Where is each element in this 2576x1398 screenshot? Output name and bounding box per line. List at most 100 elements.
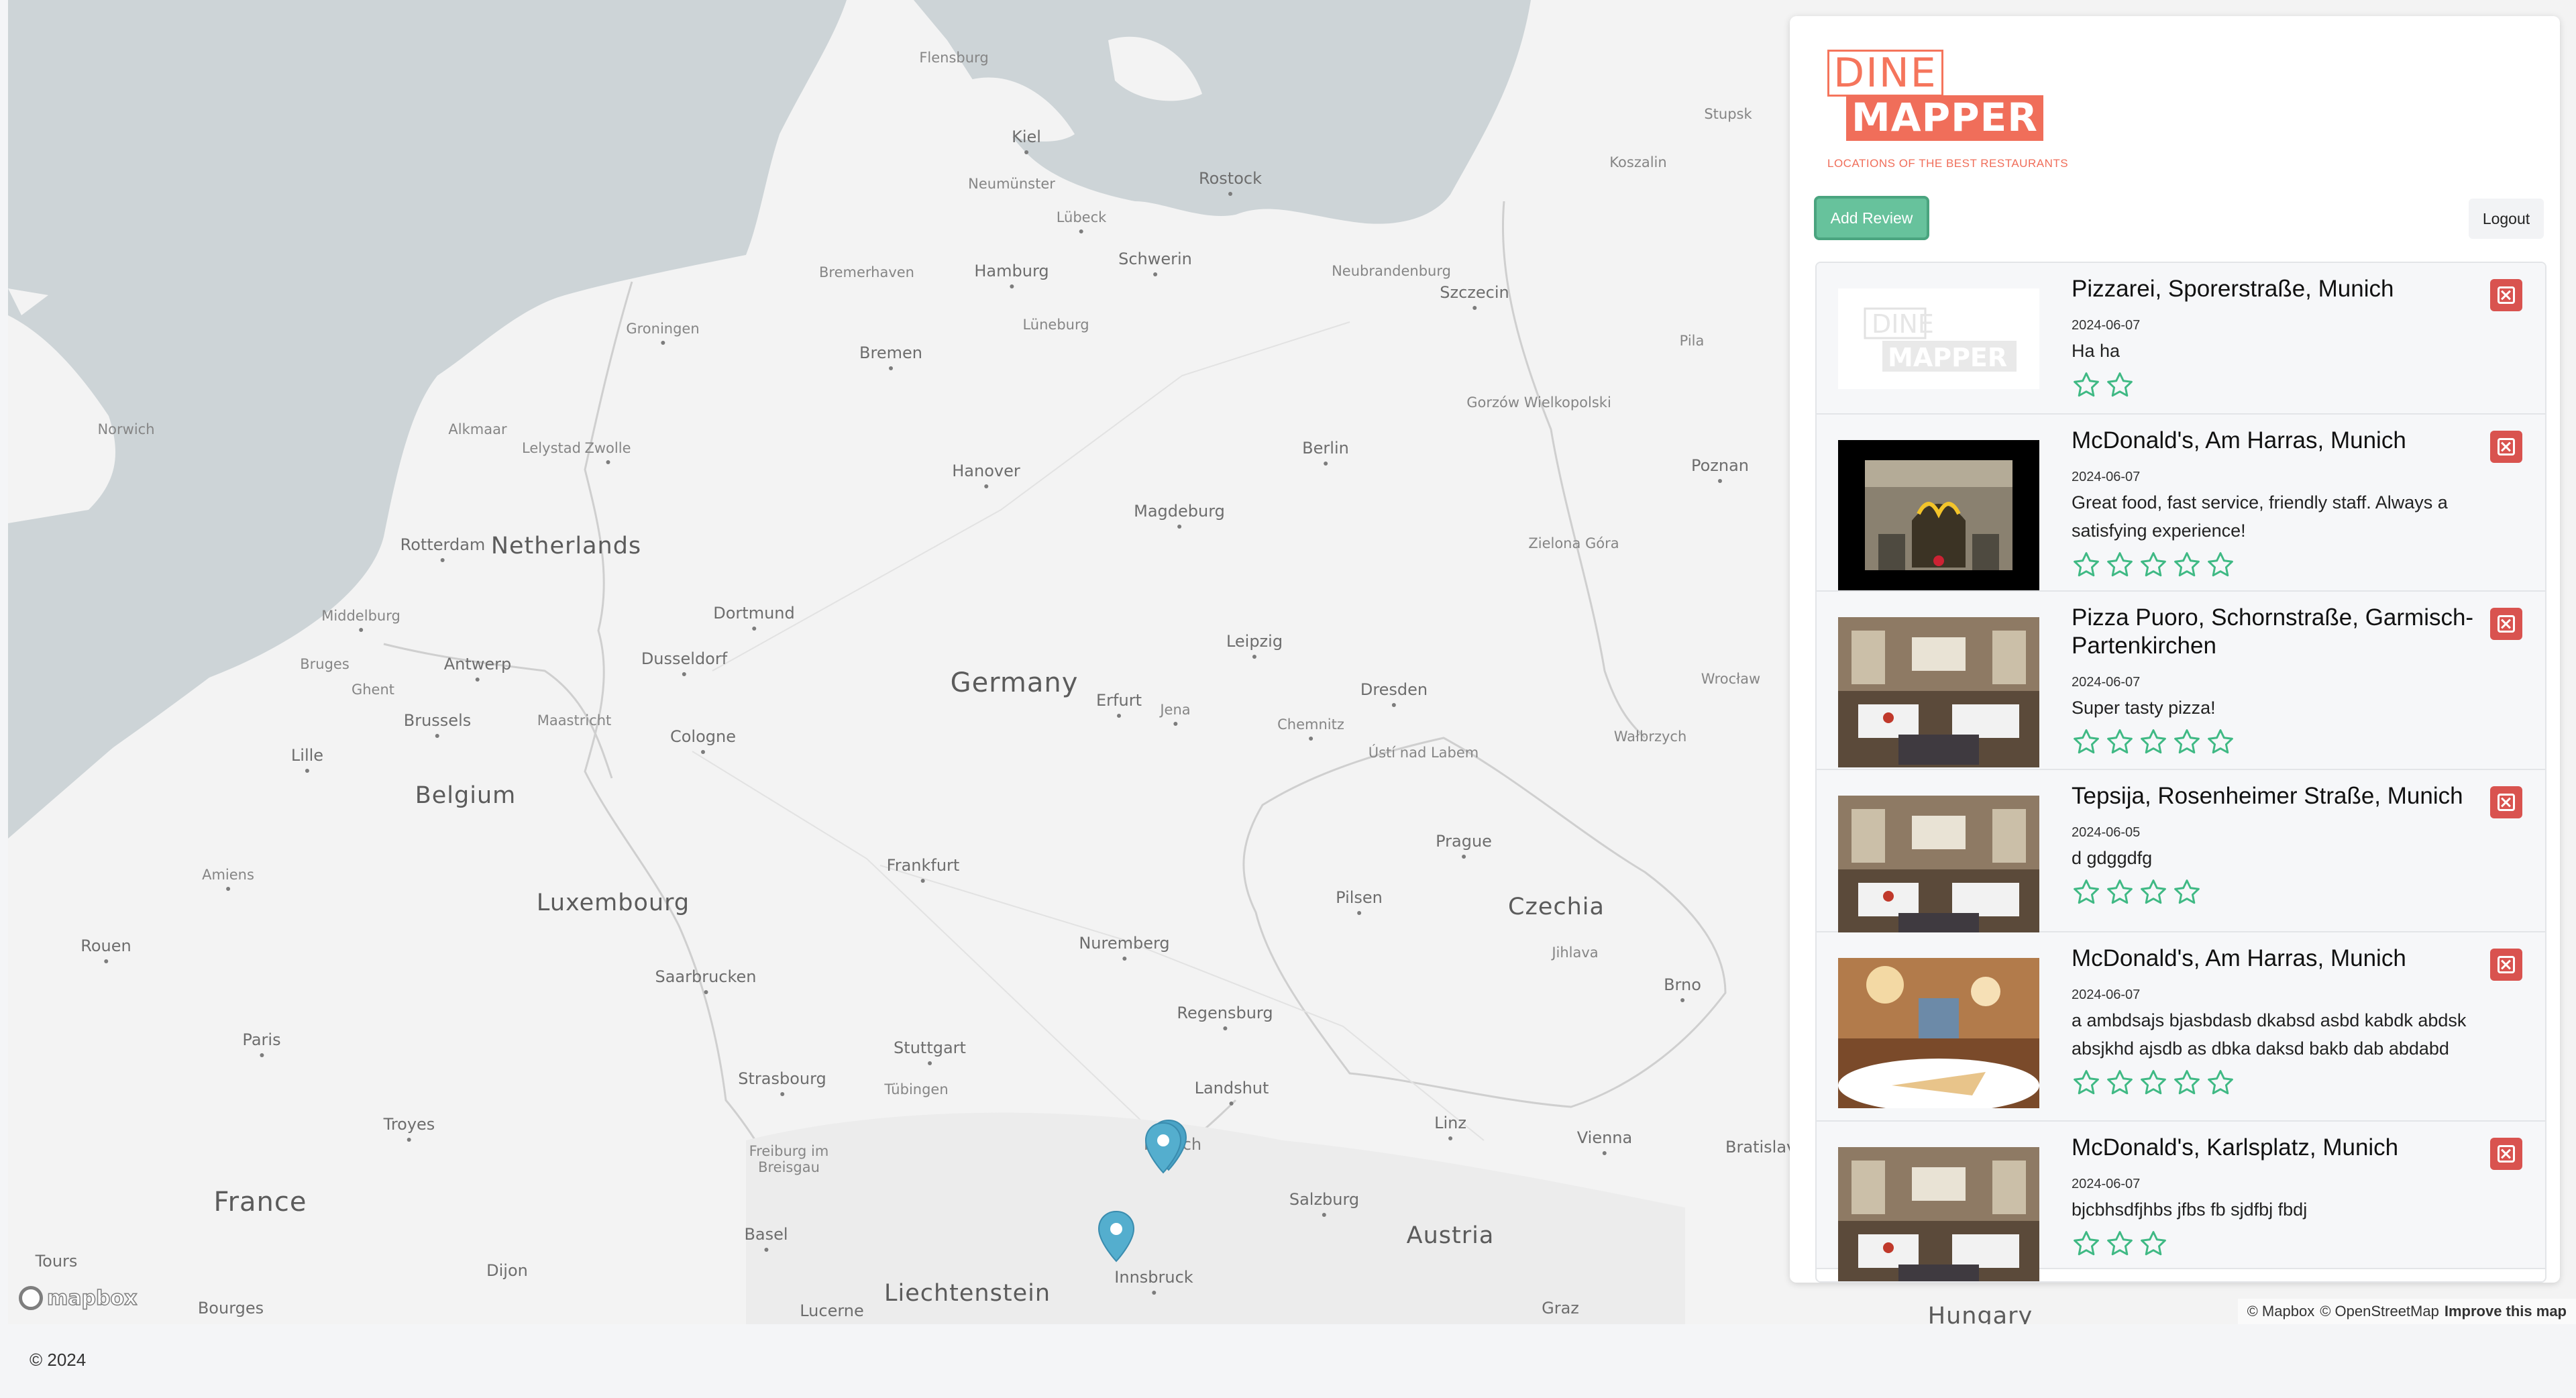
- map-label-city: Rotterdam: [400, 535, 486, 562]
- map-label-city: Brno: [1664, 975, 1701, 1002]
- map-label-city: Brussels: [403, 711, 472, 738]
- map-label-city: Dortmund: [713, 604, 795, 631]
- map-label-city: Poznan: [1690, 456, 1750, 483]
- map-label-city: Troyes: [383, 1115, 435, 1142]
- map-label-city: Dijon: [486, 1261, 528, 1280]
- delete-review-button[interactable]: [2490, 279, 2522, 311]
- review-rating: [2072, 1068, 2235, 1097]
- map-label-country: Austria: [1406, 1222, 1495, 1249]
- review-date: 2024-06-07: [2072, 987, 2141, 1002]
- review-text: Great food, fast service, friendly staff…: [2072, 492, 2448, 541]
- map-label-city: Amiens: [202, 867, 254, 891]
- close-icon: [2498, 956, 2515, 973]
- review-restaurant-name: Pizza Puoro, Schornstraße, Garmisch-Part…: [2072, 604, 2474, 659]
- map-label-city: Tours: [35, 1252, 78, 1271]
- star-icon: [2208, 1070, 2233, 1095]
- review-rating: [2072, 877, 2202, 907]
- review-card[interactable]: Tepsija, Rosenheimer Straße, Munich 2024-…: [1817, 770, 2545, 946]
- logout-button[interactable]: Logout: [2469, 199, 2544, 239]
- star-icon: [2074, 552, 2099, 577]
- map-label-city: Lucerne: [800, 1301, 864, 1320]
- delete-review-button[interactable]: [2490, 949, 2522, 981]
- map-label-city: Tübingen: [884, 1081, 949, 1097]
- map-label-city: Chemnitz: [1277, 716, 1344, 741]
- map-label-city: Bremen: [859, 343, 922, 370]
- review-rating: [2072, 370, 2135, 400]
- map-label-city: Koszalin: [1609, 154, 1667, 170]
- map-label-country: France: [213, 1187, 307, 1218]
- add-review-button[interactable]: Add Review: [1814, 196, 1929, 240]
- map-label-city: Stupsk: [1704, 106, 1752, 122]
- mapbox-logo[interactable]: mapbox: [19, 1283, 138, 1313]
- star-icon: [2174, 879, 2200, 904]
- map-label-city: Berlin: [1302, 439, 1349, 466]
- review-card[interactable]: Pizza Puoro, Schornstraße, Garmisch-Part…: [1817, 592, 2545, 770]
- review-list[interactable]: DINE MAPPER Pizzarei, Sporerstraße, Munich…: [1815, 262, 2546, 1283]
- close-icon: [2498, 438, 2515, 455]
- logo-line-dine: DINE: [1827, 50, 1943, 97]
- review-card[interactable]: McDonald's, Karlsplatz, Munich 2024-06-07…: [1817, 1122, 2545, 1281]
- attribution-mapbox-link[interactable]: © Mapbox: [2247, 1303, 2315, 1320]
- review-text: d gdggdfg: [2072, 848, 2153, 868]
- map-label-city: Wałbrzych: [1613, 729, 1687, 745]
- review-photo: [1838, 617, 2039, 767]
- improve-map-link[interactable]: Improve this map: [2445, 1303, 2567, 1320]
- map-label-city: Regensburg: [1177, 1004, 1273, 1030]
- star-icon: [2074, 729, 2099, 754]
- star-icon: [2107, 552, 2133, 577]
- map-label-city: Magdeburg: [1134, 502, 1225, 529]
- map-label-city: Middelburg: [321, 608, 400, 632]
- star-icon: [2074, 879, 2099, 904]
- review-text: Super tasty pizza!: [2072, 698, 2216, 718]
- map-label-city: Innsbruck: [1114, 1268, 1193, 1295]
- map-label-city: Paris: [242, 1030, 281, 1057]
- review-photo: [1838, 440, 2039, 590]
- copyright-text: © 2024: [30, 1350, 87, 1370]
- map-label-city: Antwerp: [443, 655, 512, 682]
- star-icon: [2174, 729, 2200, 754]
- review-card[interactable]: McDonald's, Am Harras, Munich 2024-06-07 a…: [1817, 932, 2545, 1122]
- map-label-city: Bremerhaven: [819, 264, 914, 280]
- attribution-osm-link[interactable]: © OpenStreetMap: [2320, 1303, 2439, 1320]
- star-icon: [2208, 729, 2233, 754]
- footer: © 2024: [0, 1324, 2576, 1398]
- review-date: 2024-06-07: [2072, 470, 2141, 484]
- map-label-city: Wrocław: [1701, 671, 1761, 687]
- review-rating: [2072, 1229, 2168, 1258]
- reviews-panel: DINE MAPPER LOCATIONS OF THE BEST RESTAU…: [1790, 16, 2560, 1283]
- map-label-city: Bourges: [197, 1299, 264, 1318]
- star-icon: [2141, 1231, 2166, 1256]
- close-icon: [2498, 615, 2515, 633]
- map-label-country: Liechtenstein: [883, 1280, 1051, 1307]
- delete-review-button[interactable]: [2490, 1138, 2522, 1170]
- delete-review-button[interactable]: [2490, 608, 2522, 640]
- map-label-city: Leipzig: [1226, 632, 1283, 659]
- app-root: Netherlands Germany Belgium Luxembourg F…: [0, 0, 2576, 1398]
- map-label-city: Graz: [1542, 1299, 1579, 1318]
- map-label-city: Jihlava: [1552, 945, 1599, 961]
- star-icon: [2074, 1231, 2099, 1256]
- review-restaurant-name: McDonald's, Karlsplatz, Munich: [2072, 1134, 2399, 1161]
- review-date: 2024-06-07: [2072, 1177, 2141, 1191]
- star-icon: [2107, 729, 2133, 754]
- review-text: a ambdsajs bjasbdasb dkabsd asbd kabdk a…: [2072, 1010, 2467, 1059]
- map-label-city: Nuremberg: [1079, 934, 1170, 961]
- delete-review-button[interactable]: [2490, 431, 2522, 463]
- map-label-city: Landshut: [1194, 1079, 1269, 1106]
- delete-review-button[interactable]: [2490, 786, 2522, 818]
- review-date: 2024-06-07: [2072, 318, 2141, 333]
- star-icon: [2208, 552, 2233, 577]
- dinemapper-logo: DINE MAPPER LOCATIONS OF THE BEST RESTAU…: [1827, 50, 2069, 184]
- review-card[interactable]: DINE MAPPER Pizzarei, Sporerstraße, Munich…: [1817, 263, 2545, 415]
- map-marker-pin[interactable]: [1143, 1122, 1183, 1175]
- star-icon: [2107, 1070, 2133, 1095]
- star-icon: [2074, 372, 2099, 397]
- map-label-city: Lübeck: [1056, 209, 1107, 233]
- map-marker-pin[interactable]: [1096, 1210, 1136, 1264]
- review-photo: DINE MAPPER: [1838, 288, 2039, 389]
- review-card[interactable]: McDonald's, Am Harras, Munich 2024-06-07 G…: [1817, 415, 2545, 592]
- map-label-country: Belgium: [415, 782, 517, 809]
- mapbox-logo-text: mapbox: [46, 1286, 138, 1311]
- star-icon: [2141, 879, 2166, 904]
- map-label-city: Zwolle: [584, 440, 631, 464]
